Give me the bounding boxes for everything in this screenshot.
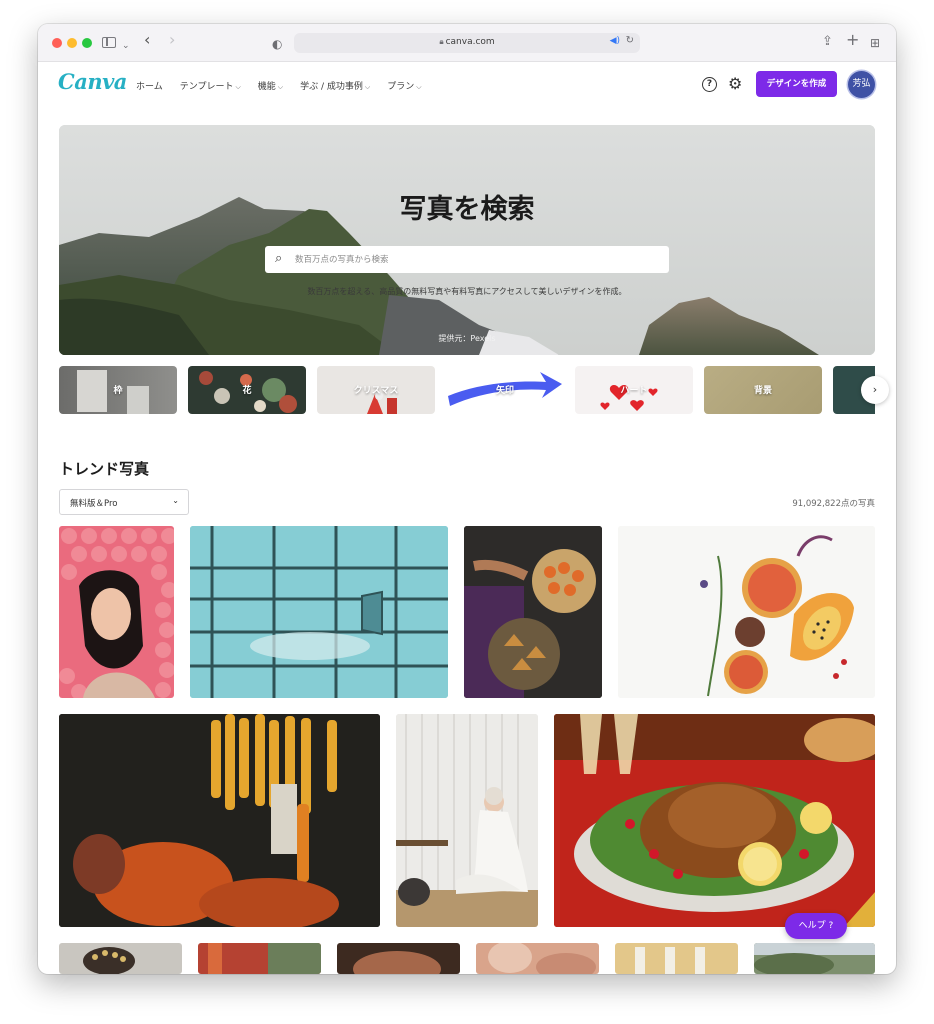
browser-toolbar: ⌄ ‹ › ◐ 🔒︎ canva.com ◀︎) ↻ ⇪ + ⊞ — [38, 24, 896, 62]
photo-image — [754, 943, 875, 974]
forward-icon[interactable]: › — [169, 31, 175, 49]
photo-row3-1[interactable] — [59, 943, 182, 974]
mountain-photo — [59, 125, 875, 355]
photo-search-input[interactable] — [295, 246, 655, 273]
address-bar[interactable]: 🔒︎ canva.com ◀︎) ↻ — [294, 33, 640, 53]
reload-icon[interactable]: ↻ — [626, 35, 634, 46]
search-icon: ⌕ — [275, 251, 283, 266]
nav-plans-label: プラン — [387, 82, 415, 92]
zoom-window-button[interactable] — [82, 38, 92, 48]
nav-templates-label: テンプレート — [179, 82, 234, 92]
nav-home[interactable]: ホーム — [136, 79, 163, 92]
photo-image — [635, 947, 705, 974]
nav-learn-label: 学ぶ / 成功事例 — [300, 82, 363, 92]
back-icon[interactable]: ‹ — [144, 31, 150, 49]
chevron-down-icon: ⌵ — [235, 83, 241, 91]
category-label: 枠 — [113, 386, 123, 396]
create-design-button[interactable]: デザインを作成 — [756, 71, 837, 97]
canva-logo[interactable]: Canva — [58, 69, 127, 94]
nav-plans[interactable]: プラン ⌵ — [387, 79, 421, 92]
chevron-down-icon: ⌵ — [364, 83, 371, 91]
photo-image — [59, 714, 380, 927]
trending-title: トレンド写真 — [59, 460, 150, 478]
sidebar-icon[interactable] — [102, 37, 116, 48]
nav-templates[interactable]: テンプレート ⌵ — [180, 79, 241, 92]
hero-title: 写真を検索 — [399, 194, 535, 225]
photo-row3-3[interactable] — [337, 943, 460, 974]
photo-credit[interactable]: 提供元：Pexels — [59, 333, 875, 344]
chevron-down-icon[interactable]: ⌄ — [122, 37, 130, 55]
hero-banner: 写真を検索 ⌕ 数百万点を超える、高品質の無料写真や有料写真にアクセスして美しい… — [59, 125, 875, 355]
browser-window: ⌄ ‹ › ◐ 🔒︎ canva.com ◀︎) ↻ ⇪ + ⊞ Canva ホー… — [38, 24, 896, 974]
carousel-next-icon[interactable]: › — [861, 376, 889, 404]
photo-count: 91,092,822点の写真 — [792, 499, 875, 509]
chevron-down-icon: ⌵ — [277, 83, 284, 91]
category-label: ハート — [620, 386, 648, 396]
category-arrow[interactable]: 矢印 — [446, 366, 564, 414]
photo-roast-chicken[interactable] — [554, 714, 875, 927]
chevron-down-icon: ⌄ — [172, 496, 179, 505]
nav-home-label: ホーム — [136, 82, 163, 92]
help-button[interactable]: ヘルプ ? — [785, 913, 847, 939]
hero-subtitle: 数百万点を超える、高品質の無料写真や有料写真にアクセスして美しいデザインを作成。 — [307, 287, 627, 296]
photo-image — [208, 943, 321, 974]
photo-image — [396, 714, 538, 927]
photo-citrus-papaya[interactable] — [618, 526, 875, 698]
category-frame[interactable]: 枠 — [59, 366, 177, 414]
photo-image — [353, 951, 441, 974]
photo-woman-white-outfit[interactable] — [396, 714, 538, 927]
url-label: canva.com — [445, 37, 495, 47]
photo-row3-2[interactable] — [198, 943, 321, 974]
category-label: 矢印 — [495, 386, 514, 396]
photo-image — [464, 526, 602, 698]
share-icon[interactable]: ⇪ — [822, 33, 833, 51]
tab-overview-icon[interactable]: ⊞ — [870, 34, 880, 52]
category-label: クリスマス — [353, 386, 399, 396]
lock-icon: 🔒︎ — [439, 37, 444, 46]
category-label: 背景 — [753, 386, 772, 396]
category-flower[interactable]: 花 — [188, 366, 306, 414]
photo-image — [190, 526, 448, 698]
photo-row3-4[interactable] — [476, 943, 599, 974]
category-heart[interactable]: ハート — [575, 366, 693, 414]
photo-row3-5[interactable] — [615, 943, 738, 974]
category-carousel: 枠 花 クリスマス 矢印 ハート 背景 — [59, 366, 875, 416]
category-christmas[interactable]: クリスマス — [317, 366, 435, 414]
license-filter-dropdown[interactable]: 無料版＆Pro ⌄ — [59, 489, 189, 515]
photo-woman-pink-balls[interactable] — [59, 526, 174, 698]
photo-image — [83, 947, 135, 974]
main-nav: ホーム テンプレート ⌵ 機能 ⌵ 学ぶ / 成功事例 ⌵ プラン ⌵ — [136, 79, 439, 92]
photo-diwali-food[interactable] — [464, 526, 602, 698]
help-icon[interactable]: ? — [702, 77, 717, 92]
address-text: 🔒︎ canva.com — [294, 37, 640, 47]
minimize-window-button[interactable] — [67, 38, 77, 48]
chevron-down-icon: ⌵ — [416, 83, 422, 91]
filter-value: 無料版＆Pro — [70, 499, 118, 509]
gear-icon[interactable]: ⚙︎ — [728, 74, 742, 93]
category-label: 花 — [242, 386, 252, 396]
photo-row3-6[interactable] — [754, 943, 875, 974]
photo-image — [618, 526, 875, 698]
close-window-button[interactable] — [52, 38, 62, 48]
shield-icon[interactable]: ◐ — [272, 35, 282, 53]
photo-image — [554, 714, 875, 927]
category-background[interactable]: 背景 — [704, 366, 822, 414]
nav-features[interactable]: 機能 ⌵ — [258, 79, 283, 92]
new-tab-icon[interactable]: + — [846, 31, 859, 49]
photo-glass-building[interactable] — [190, 526, 448, 698]
nav-learn[interactable]: 学ぶ / 成功事例 ⌵ — [300, 79, 370, 92]
avatar[interactable]: 芳弘 — [848, 71, 875, 98]
nav-features-label: 機能 — [257, 82, 276, 92]
speaker-icon[interactable]: ◀︎) — [610, 36, 620, 46]
site-header: Canva ホーム テンプレート ⌵ 機能 ⌵ 学ぶ / 成功事例 ⌵ プラン ⌵ ? … — [38, 62, 896, 108]
photo-image — [59, 528, 174, 698]
photo-search-box[interactable]: ⌕ — [265, 246, 669, 273]
photo-image — [488, 943, 596, 974]
photo-marigold-garlands[interactable] — [59, 714, 380, 927]
